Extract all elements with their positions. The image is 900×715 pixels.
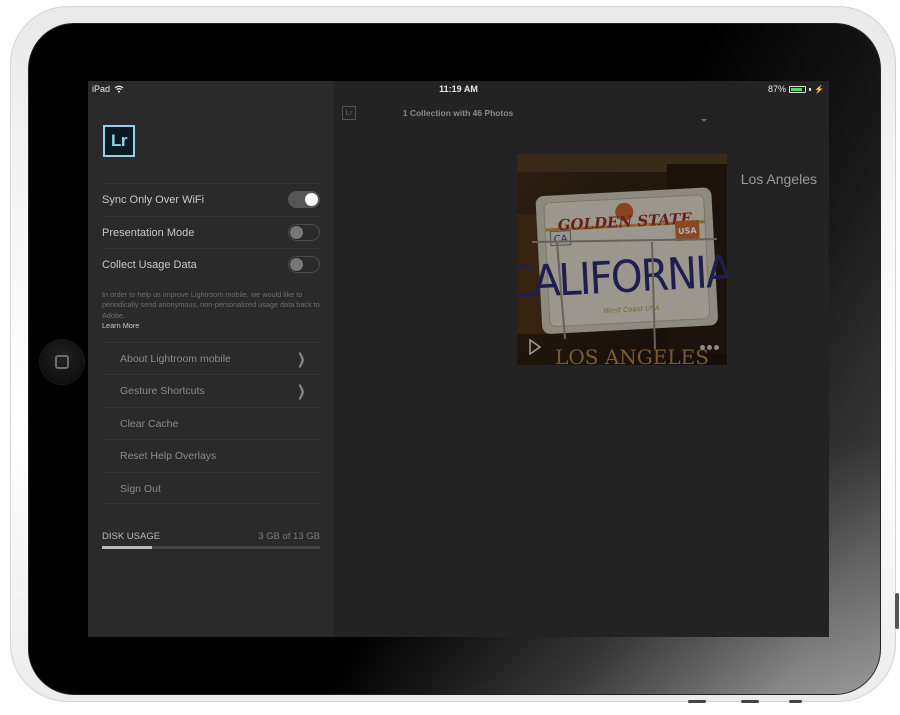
menu-sign-out[interactable]: Sign Out bbox=[102, 472, 320, 504]
setting-presentation-mode: Presentation Mode bbox=[102, 216, 320, 248]
toggle-knob bbox=[290, 258, 303, 271]
setting-label: Presentation Mode bbox=[102, 226, 195, 239]
menu-label: Clear Cache bbox=[120, 417, 179, 430]
battery-icon bbox=[789, 85, 807, 93]
learn-more-link[interactable]: Learn More bbox=[102, 321, 322, 331]
license-plate-photo: GOLDEN STATE CA USA CALIFORNIA West Coas… bbox=[517, 154, 727, 365]
speaker-grille bbox=[789, 700, 802, 703]
clock: 11:19 AM bbox=[439, 84, 478, 94]
menu-gesture-shortcuts[interactable]: Gesture Shortcuts ❯ bbox=[102, 374, 320, 406]
battery-percent: 87% bbox=[768, 84, 787, 94]
home-button[interactable] bbox=[40, 340, 84, 384]
usage-description-text: In order to help us improve Lightroom mo… bbox=[102, 290, 320, 320]
speaker-grille bbox=[741, 700, 759, 703]
collection-thumbnail[interactable]: GOLDEN STATE CA USA CALIFORNIA West Coas… bbox=[517, 154, 727, 365]
disk-usage-label: DISK USAGE bbox=[102, 531, 161, 542]
chevron-right-icon: ❯ bbox=[297, 381, 307, 400]
setting-collect-usage: Collect Usage Data bbox=[102, 248, 320, 280]
menu-label: Sign Out bbox=[120, 482, 161, 495]
lightroom-logo: Lr bbox=[103, 125, 135, 157]
menu-label: About Lightroom mobile bbox=[120, 352, 231, 365]
presentation-mode-toggle[interactable] bbox=[288, 224, 320, 241]
menu-about[interactable]: About Lightroom mobile ❯ bbox=[102, 342, 320, 374]
setting-sync-wifi: Sync Only Over WiFi bbox=[102, 183, 320, 215]
collections-view: Lr GOLDEN STATE CA USA CALIFORNIA West C… bbox=[334, 81, 829, 637]
screen: Lr Sync Only Over WiFi Presentation Mode… bbox=[88, 81, 829, 637]
collection-summary-dropdown[interactable]: 1 Collection with 46 Photos bbox=[88, 108, 828, 118]
disk-usage-bar bbox=[102, 546, 320, 549]
setting-label: Sync Only Over WiFi bbox=[102, 193, 205, 206]
toggle-knob bbox=[305, 193, 318, 206]
disk-usage-fill bbox=[102, 546, 153, 549]
setting-label: Collect Usage Data bbox=[102, 258, 197, 271]
collect-usage-toggle[interactable] bbox=[288, 256, 320, 273]
disk-usage-value: 3 GB of 13 GB bbox=[258, 531, 320, 542]
chevron-down-icon bbox=[701, 119, 707, 122]
play-icon[interactable] bbox=[528, 339, 542, 355]
menu-label: Gesture Shortcuts bbox=[120, 384, 205, 397]
menu-reset-help-overlays[interactable]: Reset Help Overlays bbox=[102, 439, 320, 471]
charging-bolt-icon: ⚡ bbox=[814, 84, 824, 94]
home-square-icon bbox=[55, 355, 69, 369]
status-bar: iPad 11:19 AM 87% ⚡ bbox=[88, 81, 829, 97]
volume-button bbox=[895, 593, 899, 629]
divider bbox=[102, 503, 320, 504]
sync-wifi-toggle[interactable] bbox=[288, 191, 320, 208]
chevron-right-icon: ❯ bbox=[297, 349, 307, 368]
more-options-icon[interactable] bbox=[700, 345, 719, 350]
toggle-knob bbox=[290, 226, 303, 239]
menu-label: Reset Help Overlays bbox=[120, 449, 217, 462]
settings-sidebar: Lr Sync Only Over WiFi Presentation Mode… bbox=[88, 81, 334, 637]
collection-name[interactable]: Los Angeles bbox=[741, 171, 817, 187]
speaker-grille bbox=[688, 700, 706, 703]
usage-description: In order to help us improve Lightroom mo… bbox=[102, 290, 322, 332]
menu-clear-cache[interactable]: Clear Cache bbox=[102, 407, 320, 439]
